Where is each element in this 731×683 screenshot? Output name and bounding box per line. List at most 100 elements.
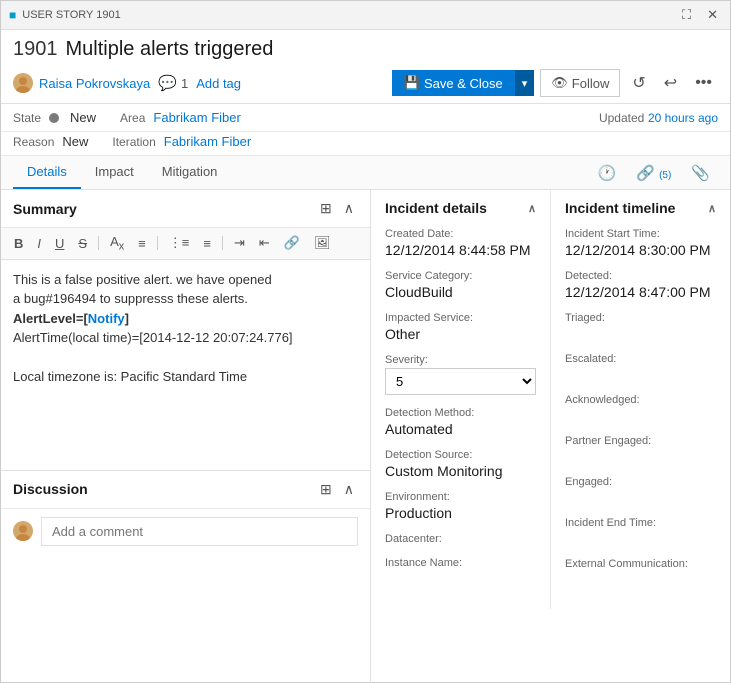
- meta-row: State New Area Fabrikam Fiber Updated 20…: [1, 104, 730, 132]
- text-color-button[interactable]: Ax: [105, 232, 129, 255]
- instance-name-field: Instance Name:: [385, 557, 536, 569]
- partner-engaged-field: Partner Engaged:: [565, 435, 716, 464]
- summary-alert-level: AlertLevel=[Notify]: [13, 309, 358, 329]
- updated-info: Updated 20 hours ago: [599, 110, 718, 125]
- save-close-button[interactable]: 💾 Save & Close: [392, 70, 515, 96]
- divider-3: [222, 236, 223, 250]
- save-group: 💾 Save & Close ▾: [392, 70, 534, 96]
- format-button[interactable]: ≡: [133, 234, 151, 253]
- editor-toolbar: B I U S Ax ≡ ⋮≡ ≡ ⇥ ⇤ 🔗 🖼: [1, 228, 370, 260]
- link-icon: 🔗: [636, 165, 655, 182]
- comment-count: 1: [181, 76, 188, 91]
- unordered-list-button[interactable]: ≡: [198, 234, 216, 253]
- expand-discussion-button[interactable]: ⊞: [316, 479, 336, 500]
- discussion-actions: ⊞ ∧: [316, 479, 358, 500]
- summary-timezone: Local timezone is: Pacific Standard Time: [13, 367, 358, 387]
- tab-icons: 🕐 🔗 (5) 📎: [590, 160, 718, 186]
- comment-icon: 💬: [158, 74, 177, 92]
- detection-method-field: Detection Method: Automated: [385, 407, 536, 437]
- comment-button[interactable]: 💬 1: [158, 74, 188, 92]
- state-value[interactable]: New: [70, 110, 96, 125]
- link-button[interactable]: 🔗: [279, 233, 305, 253]
- strikethrough-button[interactable]: S: [73, 234, 92, 253]
- title-bar: ■ USER STORY 1901 ⛶ ✕: [1, 1, 730, 30]
- summary-section: Summary ⊞ ∧ B I U S Ax ≡ ⋮≡ ≡ ⇥ ⇤: [1, 190, 370, 470]
- expand-summary-button[interactable]: ⊞: [316, 198, 336, 219]
- indent-button[interactable]: ⇥: [229, 233, 250, 253]
- work-item-type-icon: ■: [9, 8, 16, 22]
- divider-1: [98, 236, 99, 250]
- updated-label: Updated: [599, 111, 644, 125]
- save-dropdown-button[interactable]: ▾: [515, 70, 535, 96]
- links-tab-button[interactable]: 🔗 (5): [628, 160, 679, 186]
- reason-value[interactable]: New: [62, 134, 88, 149]
- summary-blank: [13, 348, 358, 368]
- alert-level-text: AlertLevel=[Notify]: [13, 311, 129, 326]
- header: 1901 Multiple alerts triggered Raisa Pok…: [1, 30, 730, 104]
- tab-details[interactable]: Details: [13, 156, 81, 189]
- comment-input[interactable]: [41, 517, 358, 546]
- service-category-field: Service Category: CloudBuild: [385, 270, 536, 300]
- summary-alert-time: AlertTime(local time)=[2014-12-12 20:07:…: [13, 328, 358, 348]
- iteration-value[interactable]: Fabrikam Fiber: [164, 134, 251, 149]
- severity-select[interactable]: 5 1 2 3 4: [385, 368, 536, 395]
- state-field: State New: [13, 110, 96, 125]
- avatar: [13, 73, 33, 93]
- impacted-service-field: Impacted Service: Other: [385, 312, 536, 342]
- outdent-button[interactable]: ⇤: [254, 233, 275, 253]
- content-area: Summary ⊞ ∧ B I U S Ax ≡ ⋮≡ ≡ ⇥ ⇤: [1, 190, 730, 683]
- maximize-button[interactable]: ⛶: [678, 5, 695, 25]
- image-button[interactable]: 🖼: [309, 233, 336, 253]
- discussion-avatar: [13, 521, 33, 541]
- follow-icon: 👁: [551, 75, 568, 91]
- divider-2: [157, 236, 158, 250]
- right-panel: Incident details ∧ Created Date: 12/12/2…: [371, 190, 730, 683]
- notify-text: Notify: [88, 311, 125, 326]
- meta-fields: State New Area Fabrikam Fiber: [13, 110, 241, 125]
- italic-button[interactable]: I: [32, 234, 46, 253]
- tab-impact[interactable]: Impact: [81, 156, 148, 189]
- summary-title: Summary: [13, 201, 77, 217]
- detected-field: Detected: 12/12/2014 8:47:00 PM: [565, 270, 716, 300]
- close-button[interactable]: ✕: [703, 5, 722, 25]
- title-bar-left: ■ USER STORY 1901: [9, 8, 121, 22]
- incident-details-title: Incident details ∧: [385, 200, 536, 216]
- links-badge: (5): [659, 170, 671, 181]
- tab-mitigation[interactable]: Mitigation: [148, 156, 232, 189]
- bold-button[interactable]: B: [9, 234, 28, 253]
- summary-line2: a bug#196494 to suppresss these alerts.: [13, 289, 358, 309]
- add-tag-button[interactable]: Add tag: [196, 76, 241, 91]
- title-bar-label: USER STORY 1901: [22, 9, 120, 21]
- collapse-incident-details[interactable]: ∧: [528, 202, 536, 215]
- incident-timeline-title: Incident timeline ∧: [565, 200, 716, 216]
- right-columns: Incident details ∧ Created Date: 12/12/2…: [371, 190, 730, 609]
- user-name[interactable]: Raisa Pokrovskaya: [39, 76, 150, 91]
- title-bar-right: ⛶ ✕: [678, 5, 722, 25]
- meta-row-2: Reason New Iteration Fabrikam Fiber: [1, 132, 730, 156]
- state-label: State: [13, 111, 41, 125]
- reason-label: Reason: [13, 135, 54, 149]
- editor-content[interactable]: This is a false positive alert. we have …: [1, 260, 370, 470]
- incident-timeline: Incident timeline ∧ Incident Start Time:…: [551, 190, 730, 609]
- underline-button[interactable]: U: [50, 234, 69, 253]
- ordered-list-button[interactable]: ⋮≡: [164, 233, 195, 253]
- collapse-discussion-button[interactable]: ∧: [340, 479, 358, 500]
- more-button[interactable]: •••: [689, 70, 718, 96]
- acknowledged-field: Acknowledged:: [565, 394, 716, 423]
- action-buttons: 💾 Save & Close ▾ 👁 Follow ↺ ↩ •••: [392, 69, 718, 97]
- toolbar: Raisa Pokrovskaya 💬 1 Add tag 💾 Save & C…: [13, 69, 718, 97]
- follow-button[interactable]: 👁 Follow: [540, 69, 620, 97]
- collapse-incident-timeline[interactable]: ∧: [708, 202, 716, 215]
- discussion-header: Discussion ⊞ ∧: [1, 471, 370, 509]
- collapse-summary-button[interactable]: ∧: [340, 198, 358, 219]
- attachments-tab-button[interactable]: 📎: [683, 160, 718, 186]
- summary-actions: ⊞ ∧: [316, 198, 358, 219]
- summary-line1: This is a false positive alert. we have …: [13, 270, 358, 290]
- discussion-input-row: [1, 509, 370, 554]
- engaged-field: Engaged:: [565, 476, 716, 505]
- refresh-button[interactable]: ↺: [626, 69, 651, 97]
- history-tab-button[interactable]: 🕐: [590, 160, 625, 186]
- area-value[interactable]: Fabrikam Fiber: [153, 110, 240, 125]
- undo-button[interactable]: ↩: [658, 69, 683, 97]
- detection-source-field: Detection Source: Custom Monitoring: [385, 449, 536, 479]
